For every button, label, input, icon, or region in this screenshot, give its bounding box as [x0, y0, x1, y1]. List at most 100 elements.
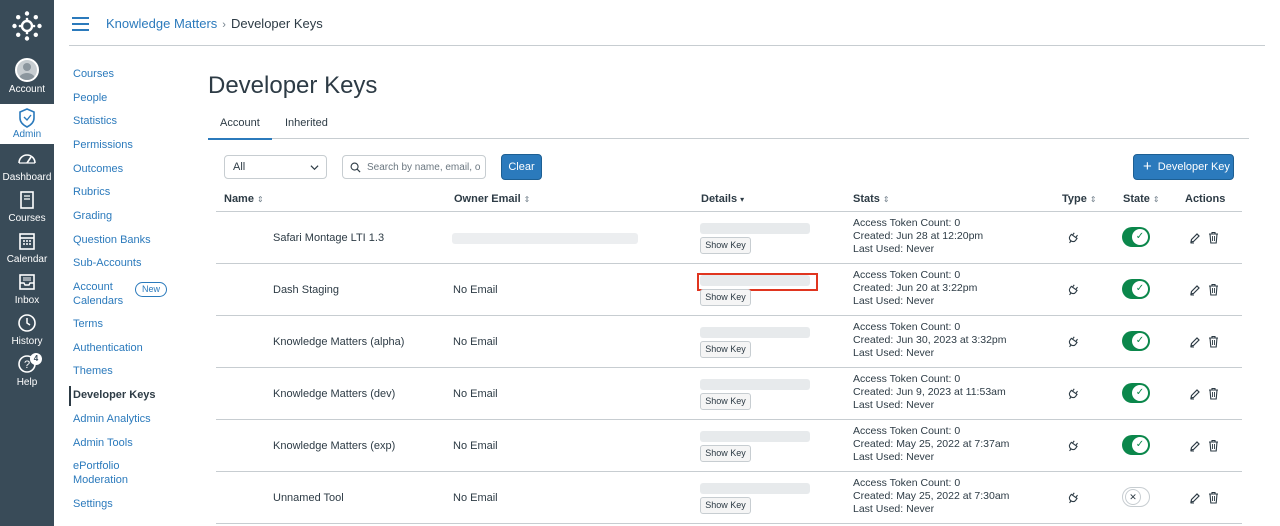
search-input[interactable]: [367, 159, 483, 175]
account-nav-item[interactable]: Courses: [69, 68, 114, 82]
header-divider: [69, 45, 1265, 46]
global-nav-courses[interactable]: Courses: [0, 189, 54, 230]
global-nav-label: Dashboard: [2, 172, 52, 183]
trash-icon[interactable]: [1208, 491, 1219, 504]
account-nav-item[interactable]: Admin Analytics: [69, 413, 151, 427]
owner-email: No Email: [453, 336, 498, 348]
stat-last-used: Last Used: Never: [853, 295, 935, 307]
account-nav-item[interactable]: Themes: [69, 365, 113, 379]
show-key-button[interactable]: Show Key: [700, 237, 751, 254]
show-key-button[interactable]: Show Key: [700, 445, 751, 462]
global-nav-dashboard[interactable]: Dashboard: [0, 148, 54, 189]
account-nav-item[interactable]: Rubrics: [69, 186, 110, 200]
account-nav-item-account-calendars[interactable]: Account Calendars New: [69, 281, 168, 308]
account-nav-item[interactable]: Question Banks: [69, 234, 151, 248]
clock-icon: [18, 314, 36, 332]
account-nav-item[interactable]: Settings: [69, 498, 113, 512]
lti-plug-icon: [1068, 232, 1078, 244]
global-nav-account[interactable]: Account: [0, 58, 54, 99]
account-nav-item[interactable]: Sub-Accounts: [69, 257, 141, 271]
edit-pencil-icon[interactable]: [1189, 284, 1201, 296]
developer-key-name: Knowledge Matters (exp): [273, 440, 396, 452]
edit-pencil-icon[interactable]: [1189, 492, 1201, 504]
hamburger-menu-icon[interactable]: [72, 17, 89, 31]
account-nav-item[interactable]: Admin Tools: [69, 437, 133, 451]
account-nav-item[interactable]: Outcomes: [69, 163, 123, 177]
edit-pencil-icon[interactable]: [1189, 388, 1201, 400]
stat-token-count: Access Token Count: 0: [853, 425, 961, 437]
edit-pencil-icon[interactable]: [1189, 336, 1201, 348]
global-nav-admin[interactable]: Admin: [0, 104, 54, 144]
column-header-stats[interactable]: Stats ⇕: [853, 193, 890, 205]
stat-last-used: Last Used: Never: [853, 243, 935, 255]
global-nav-inbox[interactable]: Inbox: [0, 271, 54, 312]
canvas-logo-icon[interactable]: [11, 10, 43, 42]
edit-pencil-icon[interactable]: [1189, 440, 1201, 452]
tab-list: Account Inherited: [208, 116, 1249, 140]
tab-account[interactable]: Account: [208, 116, 272, 140]
account-nav-item-developer-keys[interactable]: Developer Keys: [69, 386, 156, 406]
sort-icon: ⇕: [1152, 195, 1160, 204]
state-toggle[interactable]: ✕: [1122, 487, 1150, 507]
calendar-icon: [19, 233, 35, 250]
edit-pencil-icon[interactable]: [1189, 232, 1201, 244]
stat-created: Created: Jun 9, 2023 at 11:53am: [853, 386, 1006, 398]
new-badge: New: [135, 282, 168, 297]
global-nav-label: Courses: [8, 213, 46, 224]
state-toggle[interactable]: ✓: [1122, 227, 1150, 247]
stat-token-count: Access Token Count: 0: [853, 217, 961, 229]
redacted-key-id: [700, 327, 810, 338]
owner-email: No Email: [453, 492, 498, 504]
account-nav-item[interactable]: Grading: [69, 210, 112, 224]
state-toggle[interactable]: ✓: [1122, 331, 1150, 351]
trash-icon[interactable]: [1208, 387, 1219, 400]
lti-plug-icon: [1068, 388, 1078, 400]
column-header-state[interactable]: State ⇕: [1123, 193, 1160, 205]
developer-key-name: Knowledge Matters (alpha): [273, 336, 405, 348]
search-field[interactable]: [342, 155, 486, 179]
trash-icon[interactable]: [1208, 439, 1219, 452]
account-nav-item[interactable]: People: [69, 92, 107, 106]
type-filter-select[interactable]: All: [224, 155, 327, 179]
trash-icon[interactable]: [1208, 231, 1219, 244]
show-key-button[interactable]: Show Key: [700, 497, 751, 514]
state-toggle[interactable]: ✓: [1122, 279, 1150, 299]
column-header-details[interactable]: Details ▾: [701, 193, 744, 205]
plus-icon: +: [1143, 158, 1152, 175]
trash-icon[interactable]: [1208, 335, 1219, 348]
redacted-key-id: [700, 379, 810, 390]
stat-created: Created: May 25, 2022 at 7:30am: [853, 490, 1010, 502]
global-nav-label: Help: [16, 377, 38, 388]
sort-icon: ⇕: [523, 195, 531, 204]
account-nav-item-eportfolio-moderation[interactable]: ePortfolio Moderation: [69, 460, 128, 487]
state-toggle[interactable]: ✓: [1122, 435, 1150, 455]
breadcrumb-link[interactable]: Knowledge Matters: [106, 16, 217, 31]
stat-token-count: Access Token Count: 0: [853, 321, 961, 333]
account-nav-item[interactable]: Authentication: [69, 342, 143, 356]
stat-last-used: Last Used: Never: [853, 399, 935, 411]
lti-plug-icon: [1068, 284, 1078, 296]
column-header-type[interactable]: Type ⇕: [1062, 193, 1097, 205]
global-nav: Account Admin Dashboard Courses Calendar: [0, 0, 54, 526]
column-header-owner-email[interactable]: Owner Email ⇕: [454, 193, 530, 205]
account-nav-item[interactable]: Terms: [69, 318, 103, 332]
check-icon: ✓: [1132, 281, 1148, 297]
column-header-name[interactable]: Name ⇕: [224, 193, 264, 205]
show-key-button[interactable]: Show Key: [700, 289, 751, 306]
lti-plug-icon: [1068, 492, 1078, 504]
global-nav-history[interactable]: History: [0, 312, 54, 353]
help-count-badge: 4: [30, 353, 42, 365]
global-nav-label: Account: [8, 84, 46, 95]
avatar-icon: [15, 58, 39, 82]
tab-inherited[interactable]: Inherited: [273, 116, 340, 138]
show-key-button[interactable]: Show Key: [700, 341, 751, 358]
account-nav-item[interactable]: Statistics: [69, 115, 117, 129]
show-key-button[interactable]: Show Key: [700, 393, 751, 410]
global-nav-calendar[interactable]: Calendar: [0, 230, 54, 271]
global-nav-help[interactable]: ? 4 Help: [0, 353, 54, 394]
clear-button[interactable]: Clear: [501, 154, 542, 180]
account-nav-item[interactable]: Permissions: [69, 139, 133, 153]
trash-icon[interactable]: [1208, 283, 1219, 296]
state-toggle[interactable]: ✓: [1122, 383, 1150, 403]
add-developer-key-button[interactable]: + Developer Key: [1133, 154, 1234, 180]
